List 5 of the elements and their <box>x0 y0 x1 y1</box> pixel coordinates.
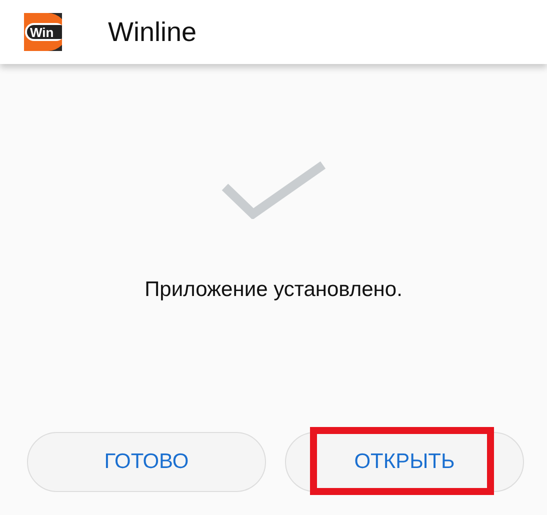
action-button[interactable]: ГОТОВО <box>27 432 266 492</box>
checkmark-icon <box>222 161 326 219</box>
app-title: Winline <box>108 16 197 49</box>
app-logo: Win <box>24 13 62 51</box>
status-message: Приложение установлено. <box>144 277 402 303</box>
